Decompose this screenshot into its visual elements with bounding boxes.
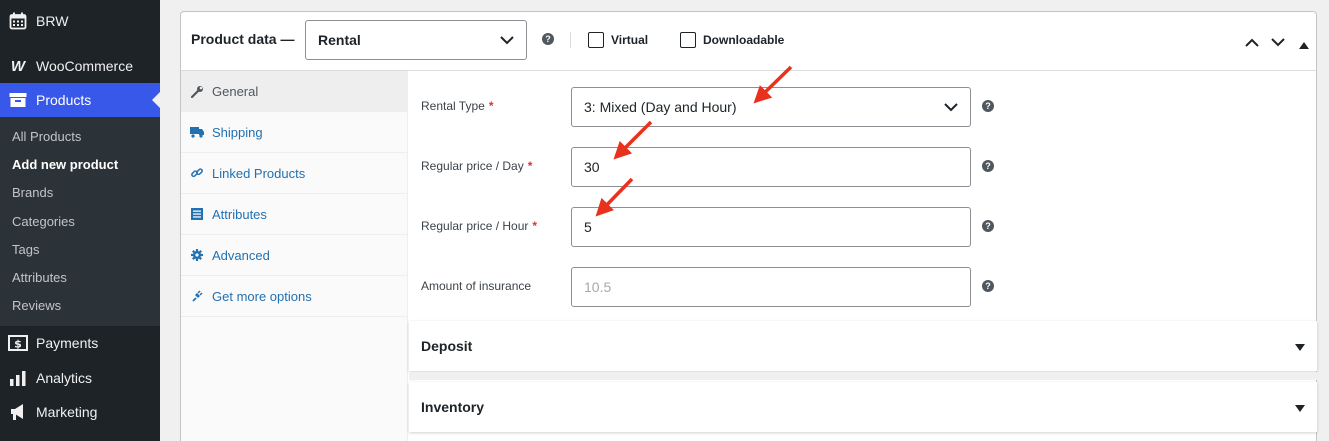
plugin-icon <box>182 290 212 302</box>
chevron-down-icon <box>500 32 514 48</box>
svg-text:$: $ <box>14 338 22 351</box>
product-data-box: Product data — Rental ? Virtual Download… <box>180 11 1317 441</box>
product-type-value: Rental <box>318 32 361 48</box>
bar-chart-icon <box>0 370 36 386</box>
tab-get-more-options[interactable]: Get more options <box>181 276 408 317</box>
rental-type-label: Rental Type * <box>421 99 494 113</box>
tab-general[interactable]: General <box>181 71 408 112</box>
insurance-placeholder: 10.5 <box>584 279 612 295</box>
expand-icon <box>1295 399 1305 415</box>
price-hour-value: 5 <box>584 219 592 235</box>
help-icon[interactable]: ? <box>982 100 994 112</box>
inventory-section[interactable]: Inventory <box>409 382 1317 432</box>
menu-payments[interactable]: $ Payments <box>0 328 160 358</box>
menu-analytics[interactable]: Analytics <box>0 363 160 393</box>
submenu-add-new-product[interactable]: Add new product <box>12 157 118 172</box>
tab-advanced-label: Advanced <box>212 247 270 263</box>
megaphone-icon <box>0 403 36 421</box>
submenu-all-products[interactable]: All Products <box>12 129 81 144</box>
checkbox-box[interactable] <box>588 32 604 48</box>
tab-general-label: General <box>212 83 259 99</box>
submenu-attributes[interactable]: Attributes <box>12 270 67 285</box>
virtual-checkbox[interactable]: Virtual <box>588 32 648 48</box>
product-data-tabs: General Shipping Linked Products Attribu… <box>181 71 408 441</box>
help-icon[interactable]: ? <box>982 160 994 172</box>
tab-advanced[interactable]: Advanced <box>181 235 408 276</box>
downloadable-label: Downloadable <box>703 33 785 47</box>
menu-woocommerce-label: WooCommerce <box>36 58 133 74</box>
price-day-label-text: Regular price / Day <box>421 159 524 173</box>
admin-sidebar: BRW W WooCommerce Products All Products … <box>0 0 160 441</box>
rental-type-select[interactable]: 3: Mixed (Day and Hour) <box>571 87 971 127</box>
wrench-icon <box>182 85 212 98</box>
price-day-value: 30 <box>584 159 600 175</box>
price-hour-label: Regular price / Hour * <box>421 219 537 233</box>
link-icon <box>182 167 212 179</box>
archive-icon <box>0 92 36 108</box>
submenu-categories[interactable]: Categories <box>12 214 75 229</box>
price-day-label: Regular price / Day * <box>421 159 532 173</box>
price-hour-label-text: Regular price / Hour <box>421 219 529 233</box>
menu-woocommerce[interactable]: W WooCommerce <box>0 51 160 81</box>
tab-get-more-options-label: Get more options <box>212 288 312 304</box>
required-marker: * <box>488 99 494 113</box>
rental-type-label-text: Rental Type <box>421 99 485 113</box>
menu-brw-label: BRW <box>36 13 69 29</box>
menu-marketing-label: Marketing <box>36 404 98 420</box>
rental-type-value: 3: Mixed (Day and Hour) <box>584 99 737 115</box>
required-marker: * <box>527 159 533 173</box>
virtual-label: Virtual <box>611 33 649 47</box>
submenu-brands[interactable]: Brands <box>12 185 53 200</box>
deposit-title: Deposit <box>421 338 473 354</box>
tab-attributes-label: Attributes <box>212 206 267 222</box>
deposit-section[interactable]: Deposit <box>409 321 1317 371</box>
menu-products[interactable]: Products <box>0 83 160 117</box>
collapse-toggle-icon[interactable] <box>1299 36 1309 54</box>
menu-analytics-label: Analytics <box>36 370 93 386</box>
menu-brw[interactable]: BRW <box>0 6 160 36</box>
downloadable-checkbox[interactable]: Downloadable <box>680 32 784 48</box>
list-icon <box>182 208 212 220</box>
dollar-icon: $ <box>0 335 36 351</box>
product-data-header: Product data — Rental ? Virtual Download… <box>181 12 1316 71</box>
tab-shipping-label: Shipping <box>212 124 263 140</box>
help-icon[interactable]: ? <box>542 33 554 45</box>
move-down-icon[interactable] <box>1271 34 1285 52</box>
required-marker: * <box>532 219 538 233</box>
woocommerce-icon: W <box>10 57 26 75</box>
expand-icon <box>1295 338 1305 354</box>
checkbox-box[interactable] <box>680 32 696 48</box>
submenu-tags[interactable]: Tags <box>12 242 39 257</box>
tab-shipping[interactable]: Shipping <box>181 112 408 153</box>
products-submenu: All Products Add new product Brands Cate… <box>0 117 160 326</box>
insurance-input[interactable]: 10.5 <box>571 267 971 307</box>
product-type-select[interactable]: Rental <box>305 20 527 60</box>
tab-attributes[interactable]: Attributes <box>181 194 408 235</box>
section-gap <box>409 372 1317 380</box>
price-hour-input[interactable]: 5 <box>571 207 971 247</box>
product-data-title: Product data — <box>191 31 295 47</box>
gear-icon <box>182 249 212 261</box>
truck-icon <box>182 126 212 138</box>
inventory-title: Inventory <box>421 399 485 415</box>
calendar-icon <box>0 12 36 30</box>
divider <box>570 32 571 48</box>
submenu-reviews[interactable]: Reviews <box>12 298 61 313</box>
menu-products-label: Products <box>36 92 92 108</box>
menu-marketing[interactable]: Marketing <box>0 397 160 427</box>
chevron-down-icon <box>944 99 958 115</box>
help-icon[interactable]: ? <box>982 280 994 292</box>
help-icon[interactable]: ? <box>982 220 994 232</box>
move-up-icon[interactable] <box>1245 34 1259 52</box>
tab-linked-products[interactable]: Linked Products <box>181 153 408 194</box>
price-day-input[interactable]: 30 <box>571 147 971 187</box>
insurance-label: Amount of insurance <box>421 279 532 293</box>
menu-payments-label: Payments <box>36 335 99 351</box>
tab-linked-products-label: Linked Products <box>212 165 306 181</box>
